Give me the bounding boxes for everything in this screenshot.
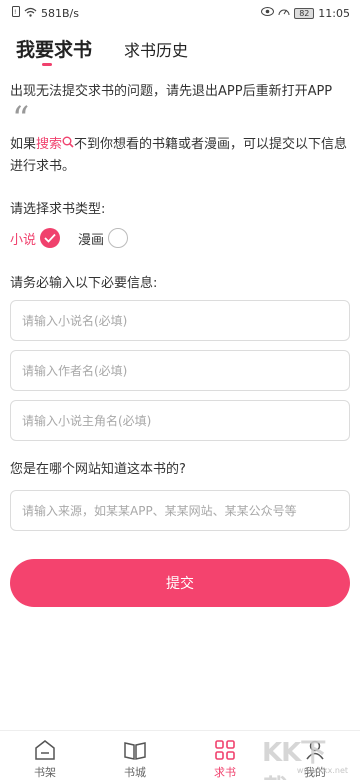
tab-request-history[interactable]: 求书历史 [124, 37, 188, 61]
network-speed: 581B/s [41, 7, 79, 20]
speedometer-icon [278, 6, 290, 20]
search-icon[interactable] [62, 134, 74, 156]
radio-novel-label: 小说 [10, 232, 37, 248]
nav-bookstore-label: 书城 [124, 766, 146, 779]
battery-icon: 82 [294, 7, 315, 19]
sim-icon: ! [12, 6, 20, 21]
nav-bookshelf-label: 书架 [34, 766, 56, 779]
author-name-input[interactable] [11, 351, 349, 390]
watermark-logo: KK下载 www.kkx.net [262, 730, 352, 780]
tab-request-book[interactable]: 我要求书 [16, 35, 92, 62]
protagonist-name-input[interactable] [11, 401, 349, 440]
svg-text:!: ! [14, 9, 16, 16]
radio-novel[interactable]: 小说 [10, 228, 61, 248]
author-name-field [10, 350, 350, 391]
radio-comic[interactable]: 漫画 [78, 228, 129, 248]
novel-name-field [10, 300, 350, 341]
submit-button[interactable]: 提交 [10, 559, 350, 607]
notice-text: 出现无法提交求书的问题，请先退出APP后重新打开APP [10, 84, 333, 99]
tab-indicator [42, 63, 52, 66]
watermark-url: www.kkx.net [296, 766, 348, 775]
eye-icon [261, 6, 275, 20]
intro-prefix: 如果 [10, 137, 37, 152]
clock: 11:05 [318, 6, 350, 20]
nav-request-book[interactable]: 求书 [180, 731, 270, 780]
radio-circle-icon[interactable] [108, 228, 129, 248]
radio-comic-label: 漫画 [78, 232, 105, 248]
type-label: 请选择求书类型: [10, 202, 106, 217]
search-link[interactable]: 搜索 [36, 137, 62, 152]
source-input[interactable] [11, 491, 349, 530]
intro-text: 如果搜索 不到你想看的书籍或者漫画，可以提交以下信息进行求书。 [10, 134, 350, 178]
checkmark-icon[interactable] [40, 228, 61, 248]
source-field [10, 490, 350, 531]
bookshelf-icon [33, 738, 57, 762]
status-bar: ! 581B/s 82 11:05 [0, 0, 360, 26]
source-label: 您是在哪个网站知道这本书的? [10, 462, 186, 477]
required-label: 请务必输入以下必要信息: [10, 276, 158, 291]
quote-icon: “ [12, 99, 30, 139]
type-radio-group: 小说 漫画 [10, 228, 146, 248]
protagonist-name-field [10, 400, 350, 441]
nav-bookstore[interactable]: 书城 [90, 731, 180, 780]
header: 我要求书 求书历史 [0, 26, 360, 70]
novel-name-input[interactable] [11, 301, 349, 340]
nav-request-book-label: 求书 [214, 766, 236, 779]
grid-icon [213, 738, 237, 762]
wifi-icon [24, 7, 37, 21]
nav-bookshelf[interactable]: 书架 [0, 731, 90, 780]
open-book-icon [123, 738, 147, 762]
